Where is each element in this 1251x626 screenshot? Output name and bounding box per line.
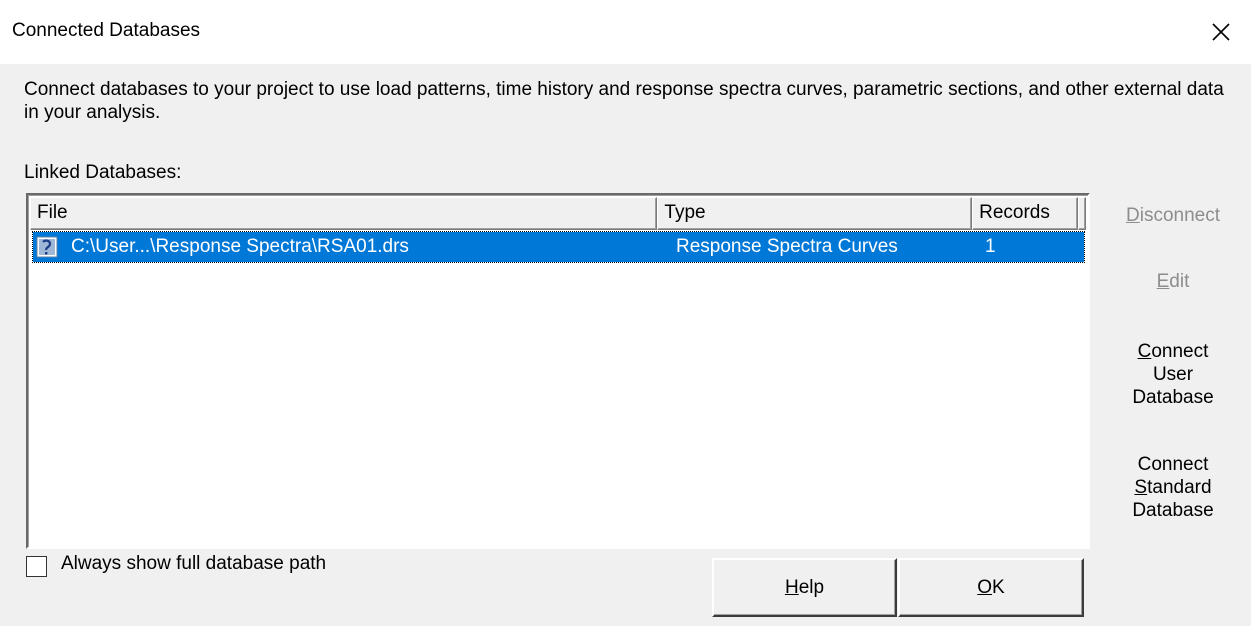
column-header-file[interactable]: File bbox=[30, 197, 658, 230]
row-type: Response Spectra Curves bbox=[676, 236, 898, 257]
window-title: Connected Databases bbox=[12, 20, 201, 41]
connect-standard-database-button[interactable]: Connect Standard Database bbox=[1098, 453, 1248, 522]
ok-button[interactable]: OK bbox=[898, 558, 1084, 617]
disconnect-button[interactable]: Disconnect bbox=[1098, 204, 1248, 227]
database-file-icon bbox=[36, 236, 58, 258]
linked-databases-label: Linked Databases: bbox=[24, 162, 182, 183]
title-bar: Connected Databases bbox=[0, 0, 1251, 64]
list-header: File Type Records bbox=[30, 197, 1086, 230]
linked-databases-list[interactable]: File Type Records C:\User...\Response Sp… bbox=[26, 193, 1090, 549]
column-header-filler bbox=[1078, 197, 1086, 230]
row-records: 1 bbox=[985, 236, 996, 257]
column-header-type[interactable]: Type bbox=[657, 197, 973, 230]
show-full-path-checkbox[interactable] bbox=[26, 556, 47, 577]
intro-text: Connect databases to your project to use… bbox=[24, 79, 1224, 123]
connect-user-database-button[interactable]: Connect User Database bbox=[1098, 340, 1248, 409]
row-file: C:\User...\Response Spectra\RSA01.drs bbox=[71, 236, 409, 257]
close-icon bbox=[1212, 23, 1230, 41]
help-button[interactable]: Help bbox=[712, 558, 897, 617]
show-full-path-label: Always show full database path bbox=[61, 552, 327, 574]
list-item[interactable]: C:\User...\Response Spectra\RSA01.drs Re… bbox=[32, 231, 1085, 263]
show-full-path-option: Always show full database path bbox=[26, 552, 327, 577]
column-header-records[interactable]: Records bbox=[972, 197, 1078, 230]
close-button[interactable] bbox=[1191, 0, 1251, 64]
edit-button[interactable]: Edit bbox=[1098, 270, 1248, 293]
